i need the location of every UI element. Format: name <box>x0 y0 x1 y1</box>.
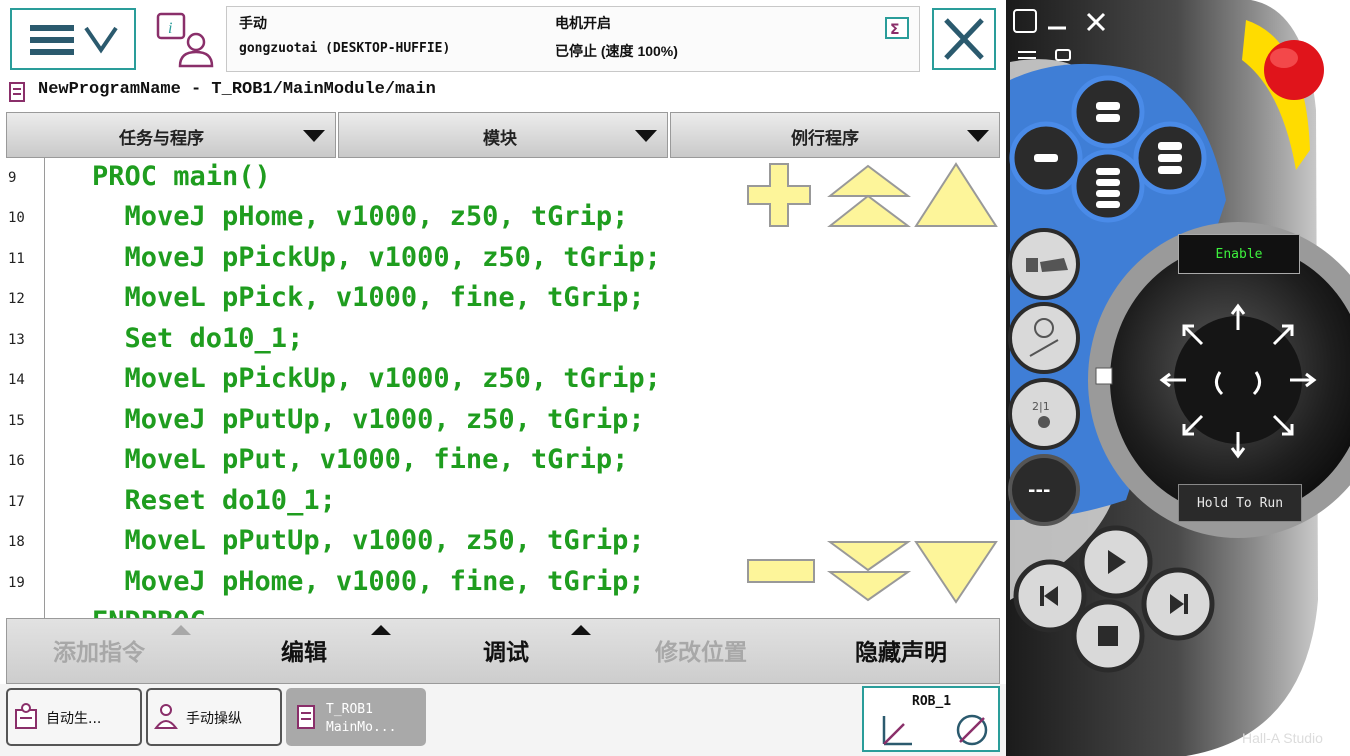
line-number: 11 <box>8 251 25 267</box>
hint-marker-icon <box>1095 367 1113 385</box>
task-label-line2: MainMo... <box>326 720 397 735</box>
zoom-scroll-up-controls <box>747 162 998 227</box>
code-line[interactable]: MoveJ pHome, v1000, fine, tGrip; <box>92 566 645 597</box>
hamburger-chevron-icon <box>30 25 118 55</box>
pendant-body: 2|1 --- <box>1006 0 1350 756</box>
caret-up-icon <box>371 625 391 635</box>
line-number: 14 <box>8 372 25 388</box>
scroll-down-icon[interactable] <box>914 541 998 604</box>
line-number: 16 <box>8 453 25 469</box>
scroll-page-up-icon[interactable] <box>827 164 911 227</box>
code-line[interactable]: MoveL pPutUp, v1000, z50, tGrip; <box>92 525 645 556</box>
flexpendant-screen: i 手动 gongzuotai (DESKTOP-HUFFIE) 电机开启 已停… <box>0 0 1006 756</box>
routines-dropdown[interactable]: 例行程序 <box>670 112 1000 158</box>
svg-text:---: --- <box>1028 480 1050 501</box>
line-number-gutter: 9 10 11 12 13 14 15 16 17 18 19 <box>6 158 45 618</box>
scroll-page-down-icon[interactable] <box>826 541 912 602</box>
chevron-down-icon <box>303 130 325 142</box>
close-icon <box>944 18 984 60</box>
task-label: 自动生... <box>46 711 102 727</box>
code-line[interactable]: MoveJ pPickUp, v1000, z50, tGrip; <box>92 242 661 273</box>
program-icon <box>8 80 28 104</box>
close-button[interactable] <box>932 8 996 70</box>
program-path: NewProgramName - T_ROB1/MainModule/main <box>38 80 436 99</box>
line-number: 12 <box>8 291 25 307</box>
prog-key-2[interactable] <box>1071 75 1145 149</box>
modify-position-button[interactable]: 修改位置 <box>655 633 747 667</box>
caret-up-icon <box>571 625 591 635</box>
hold-to-run-label[interactable]: Hold To Run <box>1178 484 1302 522</box>
zoom-scroll-down-controls <box>747 541 998 604</box>
code-line[interactable]: Reset do10_1; <box>92 485 336 516</box>
controller-name: gongzuotai (DESKTOP-HUFFIE) <box>239 41 451 56</box>
jogging-icon <box>154 704 178 729</box>
dropdown-label: 例行程序 <box>791 129 859 149</box>
auto-production-icon <box>15 703 37 729</box>
svg-text:Σ: Σ <box>890 22 900 38</box>
increment-off-icon <box>956 714 988 746</box>
watermark: Hall-A Studio <box>1242 730 1323 746</box>
chevron-down-icon <box>635 130 657 142</box>
hide-declarations-button[interactable]: 隐藏声明 <box>855 633 947 667</box>
caret-up-icon <box>171 625 191 635</box>
selector-row: 任务与程序 模块 例行程序 <box>6 112 1000 158</box>
line-number: 9 <box>8 170 17 186</box>
scroll-up-icon[interactable] <box>914 162 998 227</box>
line-number: 10 <box>8 210 25 226</box>
modules-dropdown[interactable]: 模块 <box>338 112 668 158</box>
line-number: 18 <box>8 534 25 550</box>
motor-state: 电机开启 <box>555 15 611 31</box>
status-bar[interactable]: 手动 gongzuotai (DESKTOP-HUFFIE) 电机开启 已停止 … <box>226 6 920 72</box>
svg-text:2|1: 2|1 <box>1032 400 1050 413</box>
taskbar-item-program-editor[interactable]: T_ROB1 MainMo... <box>286 688 426 746</box>
flexpendant-hardware: 2|1 --- Enable Hold To Run Hall-A Studio <box>1006 0 1350 756</box>
taskbar-item-jogging[interactable]: 手动操纵 <box>146 688 282 746</box>
code-line[interactable]: Set do10_1; <box>92 323 304 354</box>
line-number: 17 <box>8 494 25 510</box>
program-state: 已停止 (速度 100%) <box>555 43 678 59</box>
quickset-icon[interactable]: Σ <box>885 17 909 39</box>
abb-menu-button[interactable] <box>10 8 136 70</box>
zoom-in-icon[interactable] <box>747 163 811 227</box>
robot-name: ROB_1 <box>912 694 952 709</box>
code-line[interactable]: MoveJ pPutUp, v1000, z50, tGrip; <box>92 404 645 435</box>
toggle-axes-key[interactable] <box>1008 378 1080 450</box>
program-editor-icon <box>297 705 315 729</box>
code-line[interactable]: MoveL pPut, v1000, fine, tGrip; <box>92 444 629 475</box>
code-line[interactable]: ENDPROC <box>92 606 206 618</box>
quickset-robot-button[interactable]: ROB_1 <box>862 686 1000 752</box>
event-log-icon[interactable]: i <box>150 8 214 70</box>
coordinate-system-icon <box>882 716 912 746</box>
code-line[interactable]: MoveL pPick, v1000, fine, tGrip; <box>92 282 645 313</box>
operating-mode: 手动 <box>239 15 267 31</box>
zoom-out-icon[interactable] <box>747 559 815 583</box>
task-label-line1: T_ROB1 <box>326 702 373 717</box>
tasks-programs-dropdown[interactable]: 任务与程序 <box>6 112 336 158</box>
dropdown-label: 任务与程序 <box>119 129 204 149</box>
dropdown-label: 模块 <box>483 129 517 149</box>
code-line[interactable]: MoveJ pHome, v1000, z50, tGrip; <box>92 201 629 232</box>
editor-menu-bar: 添加指令 编辑 调试 修改位置 隐藏声明 <box>6 618 1000 684</box>
code-line[interactable]: MoveL pPickUp, v1000, z50, tGrip; <box>92 363 661 394</box>
line-number: 15 <box>8 413 25 429</box>
taskbar-item-auto-production[interactable]: 自动生... <box>6 688 142 746</box>
code-line[interactable]: PROC main() <box>92 161 271 192</box>
line-number: 19 <box>8 575 25 591</box>
task-label: 手动操纵 <box>186 711 242 727</box>
add-instruction-button[interactable]: 添加指令 <box>53 633 145 667</box>
svg-text:i: i <box>168 20 172 37</box>
debug-button[interactable]: 调试 <box>483 633 529 667</box>
top-bar: i 手动 gongzuotai (DESKTOP-HUFFIE) 电机开启 已停… <box>0 0 1006 78</box>
line-number: 13 <box>8 332 25 348</box>
code-editor[interactable]: 9 10 11 12 13 14 15 16 17 18 19 PROC mai… <box>6 158 1000 618</box>
taskbar: 自动生... 手动操纵 T_ROB1 MainMo... ROB_1 <box>0 684 1006 756</box>
chevron-down-icon <box>967 130 989 142</box>
enable-device-label[interactable]: Enable <box>1178 234 1300 274</box>
edit-button[interactable]: 编辑 <box>281 633 327 667</box>
